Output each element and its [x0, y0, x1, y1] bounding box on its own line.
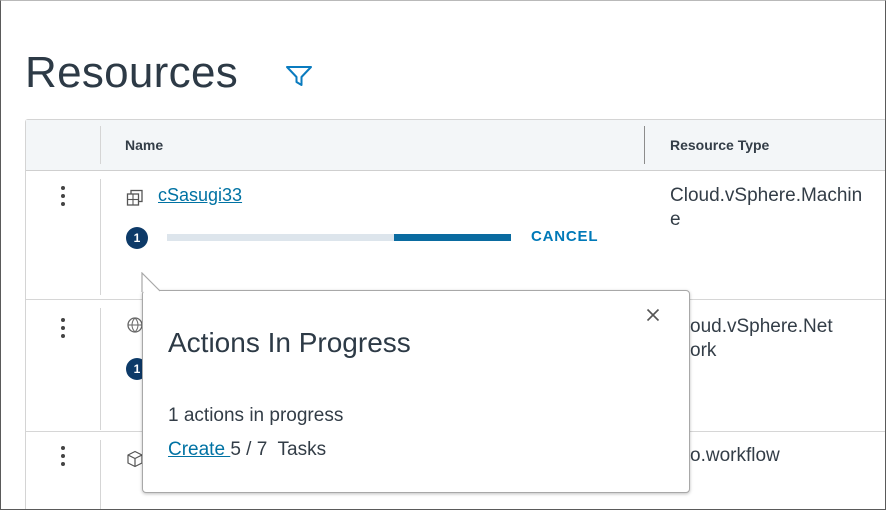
- cancel-button[interactable]: CANCEL: [531, 228, 598, 245]
- close-icon[interactable]: [643, 305, 663, 325]
- popover-pointer: [141, 272, 161, 292]
- task-count: 5 / 7 Tasks: [230, 439, 327, 460]
- actions-in-progress-popover: Actions In Progress 1 actions in progres…: [142, 290, 690, 493]
- filter-icon[interactable]: [285, 65, 313, 87]
- row-divider: [100, 308, 101, 430]
- popover-title: Actions In Progress: [168, 327, 411, 358]
- create-task-link[interactable]: Create: [168, 439, 230, 460]
- row-actions-menu-icon[interactable]: [55, 318, 71, 344]
- resource-type-cell: Cloud.vSphere.Machine: [670, 185, 863, 230]
- vm-icon: [126, 189, 143, 206]
- resource-type-cell: oud.vSphere.Net ork: [690, 315, 885, 363]
- column-separator: [100, 126, 101, 164]
- column-header-resource-type[interactable]: Resource Type: [670, 137, 769, 153]
- popover-summary: 1 actions in progress: [168, 405, 344, 426]
- progress-bar-fill: [394, 234, 511, 241]
- column-resize-handle[interactable]: [644, 126, 645, 164]
- row-actions-menu-icon[interactable]: [55, 186, 71, 212]
- column-header-name[interactable]: Name: [125, 137, 163, 153]
- resource-type-text: oud.vSphere.Net ork: [690, 316, 833, 361]
- row-divider: [100, 179, 101, 295]
- actions-count-badge[interactable]: 1: [126, 227, 148, 249]
- grid-header: Name Resource Type: [26, 120, 885, 171]
- app-frame: Resources Name Resource Type cSasugi33 C…: [0, 0, 886, 510]
- page-title: Resources: [25, 48, 239, 97]
- row-divider: [100, 440, 101, 509]
- resource-name-link[interactable]: cSasugi33: [158, 185, 242, 206]
- popover-task-line: Create 5 / 7 Tasks: [168, 439, 326, 461]
- row-actions-menu-icon[interactable]: [55, 446, 71, 472]
- resource-type-text: o.workflow: [690, 445, 780, 466]
- progress-bar: [167, 234, 511, 241]
